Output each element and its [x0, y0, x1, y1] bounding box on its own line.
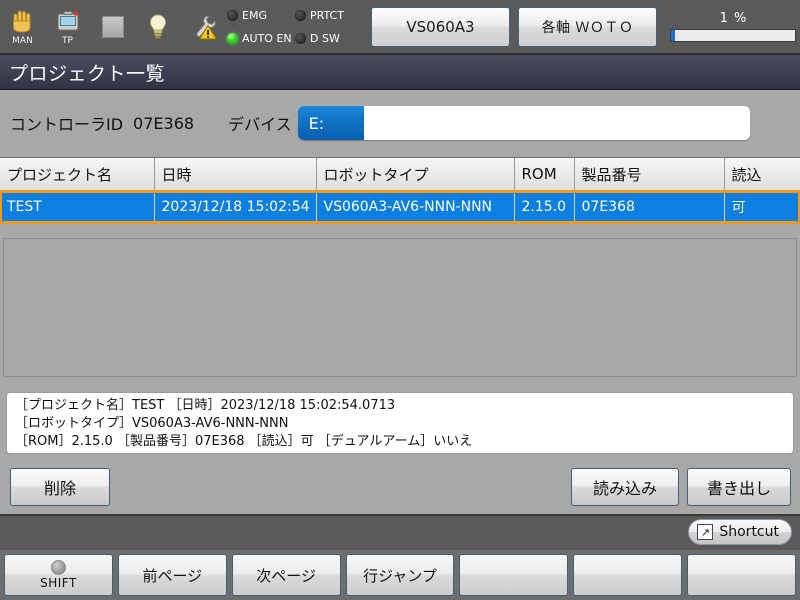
cell-datetime[interactable]: 2023/12/18 15:02:54 [154, 191, 317, 223]
led-d-sw-indicator [295, 32, 306, 44]
hand-manual-caption: MAN [12, 36, 33, 46]
column-header-rom[interactable]: ROM [514, 158, 575, 192]
status-led-group: EMG PRTCT AUTO EN D SW [227, 4, 363, 50]
import-button[interactable]: 読み込み [571, 468, 679, 506]
fkey-prev-page[interactable]: 前ページ [117, 554, 227, 596]
axis-mode-button[interactable]: 各軸 ＷＯＴＯ [517, 6, 657, 47]
fkey-empty-7[interactable] [687, 554, 797, 596]
column-header-readable[interactable]: 読込 [724, 158, 800, 192]
delete-button[interactable]: 削除 [10, 468, 110, 506]
lamp-icon[interactable] [135, 1, 180, 53]
shortcut-arrow-icon: ↗ [697, 524, 714, 540]
controller-id-label: コントローラID [10, 115, 124, 134]
project-detail-panel: ［プロジェクト名］TEST ［日時］2023/12/18 15:02:54.07… [6, 392, 794, 454]
fkey-line-jump[interactable]: 行ジャンプ [345, 554, 455, 596]
stop-square-glyph [101, 12, 124, 42]
led-auto-en-indicator [227, 32, 238, 44]
shift-led-icon [50, 560, 66, 575]
table-empty-area[interactable] [3, 238, 797, 377]
fkey-empty-6[interactable] [573, 554, 683, 596]
fkey-shift-label: SHIFT [40, 576, 77, 590]
speed-progress[interactable]: 1 % [667, 3, 800, 51]
cell-readable[interactable]: 可 [724, 191, 800, 223]
function-key-bar: SHIFT 前ページ 次ページ 行ジャンプ [0, 550, 800, 600]
speed-progress-track[interactable] [670, 29, 797, 42]
device-label: デバイス [228, 115, 292, 134]
detail-line-3: ［ROM］2.15.0 ［製品番号］07E368 ［読込］可 ［デュアルアーム］… [15, 434, 473, 449]
teach-pendant-caption: TP [62, 36, 73, 46]
wrench-warning-icon[interactable] [180, 1, 225, 53]
cell-robot-type[interactable]: VS060A3-AV6-NNN-NNN [316, 191, 515, 223]
export-button[interactable]: 書き出し [687, 468, 791, 506]
detail-line-2: ［ロボットタイプ］VS060A3-AV6-NNN-NNN [15, 416, 289, 431]
project-table: プロジェクト名 日時 ロボットタイプ ROM 製品番号 読込 TEST 2023… [0, 157, 800, 384]
column-header-serial[interactable]: 製品番号 [574, 158, 725, 192]
led-auto-en: AUTO EN [227, 27, 295, 50]
page-title: プロジェクト一覧 [9, 62, 166, 85]
page-title-bar: プロジェクト一覧 [0, 55, 800, 90]
teach-pendant-icon[interactable]: TP [45, 1, 90, 53]
led-emg: EMG [227, 4, 295, 27]
speed-progress-fill [671, 30, 676, 41]
controller-id-value: 07E368 [133, 113, 195, 133]
shortcut-label: Shortcut [719, 524, 779, 540]
controller-info-row: コントローラID 07E368 デバイス E: [0, 91, 800, 155]
speed-progress-label: 1 % [719, 11, 748, 26]
hand-glyph [10, 7, 36, 37]
led-d-sw: D SW [295, 27, 363, 50]
device-path-field[interactable]: E: [297, 106, 750, 140]
action-button-row: 削除 読み込み 書き出し [0, 462, 800, 514]
robot-model-button[interactable]: VS060A3 [371, 6, 510, 47]
led-prtct-indicator [295, 9, 306, 21]
lamp-glyph [147, 12, 169, 42]
fkey-empty-5[interactable] [459, 554, 569, 596]
led-auto-en-label: AUTO EN [242, 31, 292, 45]
led-emg-label: EMG [242, 8, 267, 22]
cell-project-name[interactable]: TEST [0, 191, 155, 223]
device-path-input[interactable] [363, 106, 750, 140]
cell-serial[interactable]: 07E368 [574, 191, 725, 223]
application-window: MAN TP EMG PRTCT AUTO EN D SW VS060A3 各軸… [0, 0, 800, 600]
led-d-sw-label: D SW [310, 31, 340, 45]
table-row[interactable]: TEST 2023/12/18 15:02:54 VS060A3-AV6-NNN… [0, 190, 800, 224]
shortcut-button[interactable]: ↗ Shortcut [688, 519, 792, 545]
device-drive-tag[interactable]: E: [297, 106, 364, 140]
stop-square-icon[interactable] [90, 1, 135, 53]
led-emg-indicator [227, 9, 238, 21]
detail-line-1: ［プロジェクト名］TEST ［日時］2023/12/18 15:02:54.07… [15, 398, 396, 413]
project-grid: プロジェクト名 日時 ロボットタイプ ROM 製品番号 読込 TEST 2023… [0, 158, 800, 224]
teach-pendant-glyph [55, 7, 81, 37]
status-toolbar: MAN TP EMG PRTCT AUTO EN D SW VS060A3 各軸… [0, 0, 800, 55]
column-header-datetime[interactable]: 日時 [154, 158, 317, 192]
column-header-project-name[interactable]: プロジェクト名 [0, 158, 155, 192]
column-header-robot-type[interactable]: ロボットタイプ [316, 158, 515, 192]
led-prtct-label: PRTCT [310, 8, 344, 22]
wrench-warning-glyph [188, 12, 218, 42]
shortcut-bar: ↗ Shortcut [0, 514, 800, 550]
fkey-next-page[interactable]: 次ページ [231, 554, 341, 596]
table-header-row: プロジェクト名 日時 ロボットタイプ ROM 製品番号 読込 [0, 158, 800, 192]
cell-rom[interactable]: 2.15.0 [514, 191, 575, 223]
hand-manual-icon[interactable]: MAN [0, 1, 45, 53]
led-prtct: PRTCT [295, 4, 363, 27]
fkey-shift[interactable]: SHIFT [4, 554, 113, 596]
